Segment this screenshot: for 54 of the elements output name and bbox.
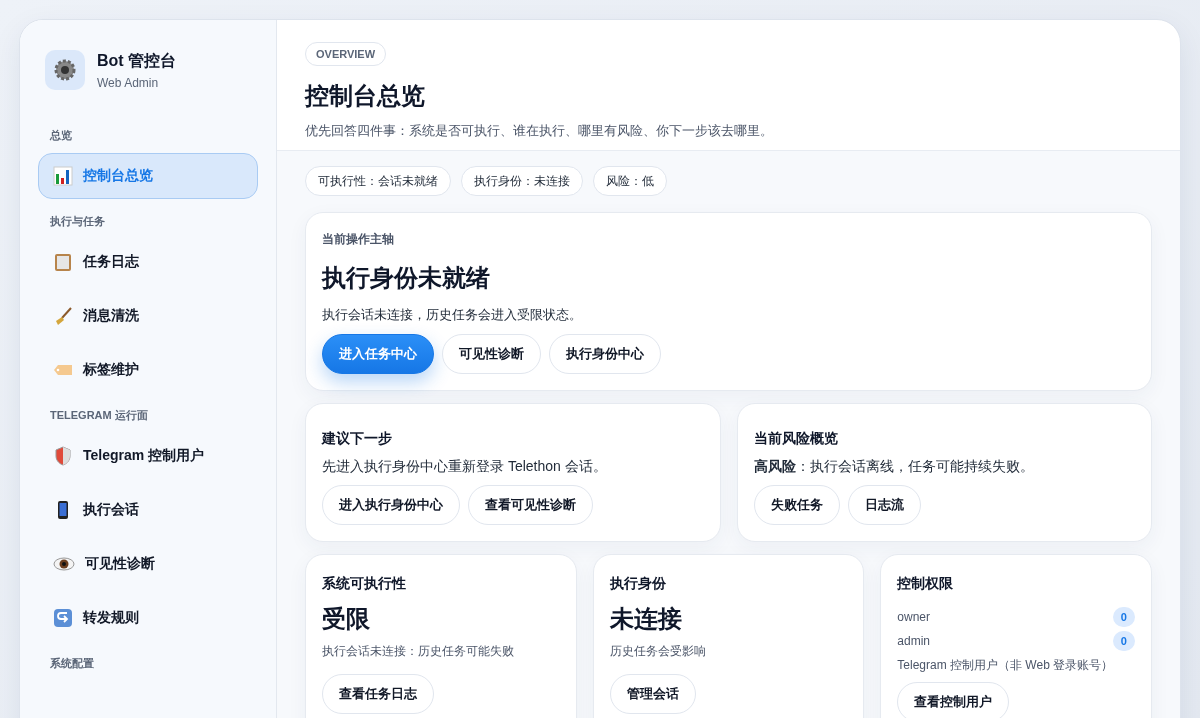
card-label: 当前操作主轴 [322,231,395,248]
role-label: owner [897,610,930,624]
nav-section-heading: TELEGRAM 运行面 [49,408,149,423]
page-title: 控制台总览 [305,81,426,111]
action-button[interactable]: 日志流 [847,485,921,525]
clipboard-icon [53,252,73,272]
nav-item[interactable]: 执行会话 [38,487,258,533]
stat-value: 受限 [322,604,371,634]
permissions-note: Telegram 控制用户（非 Web 登录账号） [897,657,1115,674]
page-subtitle: 优先回答四件事：系统是否可执行、谁在执行、哪里有风险、你下一步该去哪里。 [305,122,774,140]
status-pill: 可执行性：会话未就绪 [305,166,451,196]
action-button[interactable]: 查看控制用户 [897,682,1010,718]
action-button[interactable]: 可见性诊断 [442,334,541,374]
nav-section-heading: 系统配置 [49,656,95,671]
action-button[interactable]: 进入执行身份中心 [322,485,460,525]
action-button[interactable]: 管理会话 [609,674,696,714]
focus-description: 执行会话未连接，历史任务会进入受限状态。 [322,306,583,324]
stat-note: 执行会话未连接：历史任务可能失败 [322,643,515,660]
count-badge: 0 [1112,607,1135,627]
action-button[interactable]: 查看任务日志 [322,674,434,714]
count-badge: 0 [1112,631,1135,651]
nav-item[interactable]: 标签维护 [38,347,258,393]
card-description: 先进入执行身份中心重新登录 Telethon 会话。 [322,458,608,476]
action-button[interactable]: 失败任务 [753,485,840,525]
card-title: 控制权限 [897,575,955,593]
nav-item[interactable]: 可见性诊断 [38,541,258,587]
action-button[interactable]: 进入任务中心 [322,334,434,374]
stat-note: 历史任务会受影响 [609,643,707,660]
nav-item[interactable]: 控制台总览 [38,153,258,199]
status-pill: 风险：低 [593,166,667,196]
card-title: 当前风险概览 [753,430,839,448]
status-pill: 执行身份：未连接 [461,166,583,196]
nav-item[interactable]: Telegram 控制用户 [38,433,258,479]
nav-section-heading: 总览 [48,128,73,143]
stat-value: 未连接 [609,604,683,634]
card-title: 执行身份 [609,575,667,593]
nav-item[interactable]: 任务日志 [38,239,258,285]
eye-icon [53,554,75,574]
action-button[interactable]: 执行身份中心 [549,334,661,374]
brand-title: Bot 管控台 [97,50,177,71]
brand-subtitle: Web Admin [97,75,160,90]
card-title: 系统可执行性 [322,575,407,593]
role-label: admin [897,634,930,648]
card-title: 建议下一步 [322,430,393,448]
focus-title: 执行身份未就绪 [322,263,491,293]
card-description: 高风险：执行会话离线，任务可能持续失败。 [753,458,1035,476]
bar-chart-icon [53,166,73,186]
broom-icon [53,306,73,326]
shield-icon [53,446,73,466]
nav-item[interactable]: 消息清洗 [38,293,258,339]
gear-icon [45,50,85,90]
action-button[interactable]: 查看可见性诊断 [468,485,593,525]
nav-item[interactable]: 转发规则 [38,595,258,641]
nav-section-heading: 执行与任务 [49,214,106,229]
